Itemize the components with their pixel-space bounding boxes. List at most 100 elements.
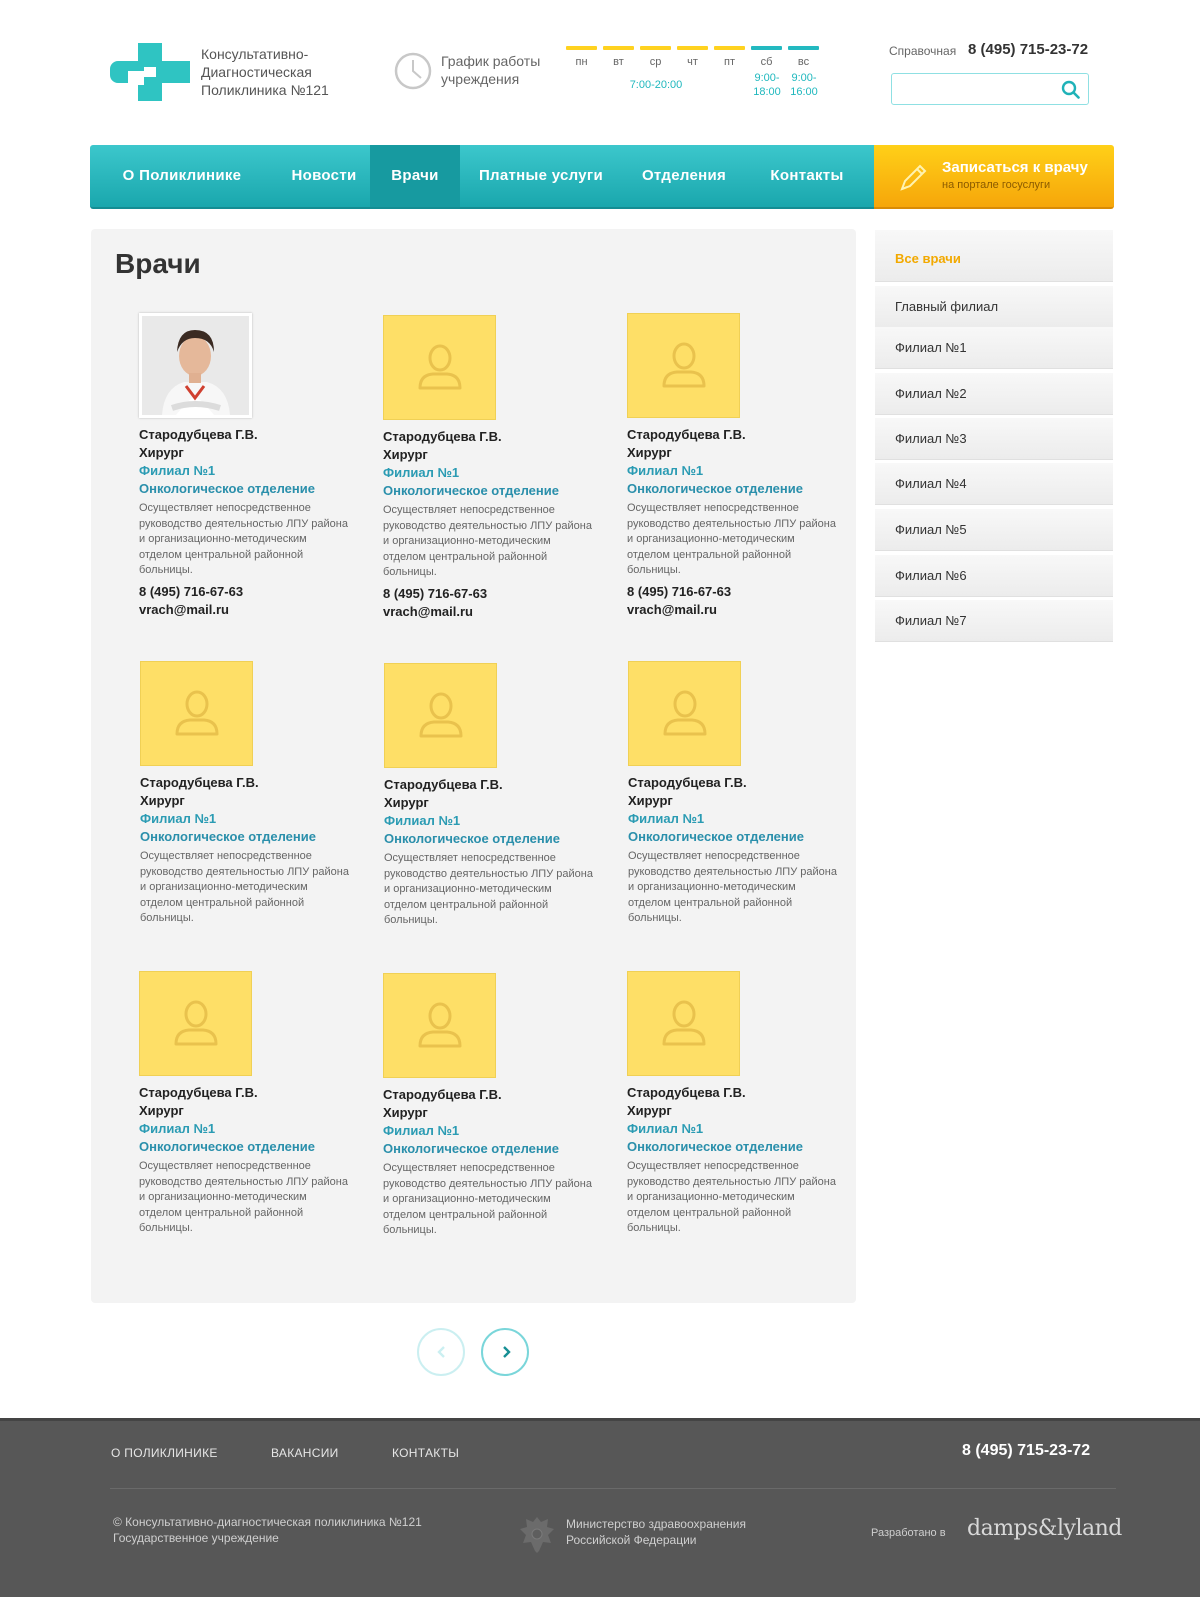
- doctor-card[interactable]: Стародубцева Г.В. Хирург Филиал №1 Онкол…: [627, 971, 837, 1237]
- search-icon[interactable]: [1061, 80, 1080, 99]
- footer-divider: [110, 1488, 1116, 1489]
- doctor-description: Осуществляет непосредственное руководств…: [383, 1162, 592, 1236]
- sidebar-item-branch-3[interactable]: Филиал №3: [875, 418, 1113, 460]
- doctor-card[interactable]: Стародубцева Г.В. Хирург Филиал №1 Онкол…: [384, 663, 594, 929]
- doctor-department-link[interactable]: Онкологическое отделение: [627, 1138, 837, 1156]
- doctor-name[interactable]: Стародубцева Г.В.: [383, 1086, 593, 1104]
- doctor-description: Осуществляет непосредственное руководств…: [139, 1160, 348, 1234]
- doctor-department-link[interactable]: Онкологическое отделение: [140, 828, 350, 846]
- clinic-name[interactable]: Консультативно- Диагностическая Поликлин…: [201, 45, 361, 99]
- doctor-department-link[interactable]: Онкологическое отделение: [627, 480, 837, 498]
- doctor-branch-link[interactable]: Филиал №1: [140, 810, 350, 828]
- ministry-line: Российской Федерации: [566, 1533, 697, 1547]
- doctor-department-link[interactable]: Онкологическое отделение: [628, 828, 838, 846]
- doctor-department-link[interactable]: Онкологическое отделение: [384, 830, 594, 848]
- doctor-photo[interactable]: [139, 313, 252, 418]
- doctor-role: Хирург: [384, 795, 429, 810]
- footer-copyright: © Консультативно-диагностическая поликли…: [113, 1514, 422, 1546]
- doctor-branch-link[interactable]: Филиал №1: [139, 462, 349, 480]
- doctor-department-link[interactable]: Онкологическое отделение: [139, 480, 349, 498]
- doctor-name[interactable]: Стародубцева Г.В.: [383, 428, 593, 446]
- doctor-email[interactable]: vrach@mail.ru: [627, 601, 837, 619]
- sidebar-item-branch-5[interactable]: Филиал №5: [875, 509, 1113, 551]
- day-fri: пт: [714, 46, 745, 68]
- doctor-branch-link[interactable]: Филиал №1: [627, 462, 837, 480]
- sidebar-item-branch-1[interactable]: Филиал №1: [875, 327, 1113, 369]
- doctor-branch-link[interactable]: Филиал №1: [384, 812, 594, 830]
- doctor-name[interactable]: Стародубцева Г.В.: [628, 774, 838, 792]
- nav-item-departments[interactable]: Отделения: [622, 145, 746, 207]
- clinic-logo-icon[interactable]: [110, 43, 190, 101]
- doctor-name[interactable]: Стародубцева Г.В.: [139, 1084, 349, 1102]
- doctor-card[interactable]: Стародубцева Г.В. Хирург Филиал №1 Онкол…: [383, 315, 593, 621]
- doctor-photo-placeholder[interactable]: [139, 971, 252, 1076]
- doctor-department-link[interactable]: Онкологическое отделение: [139, 1138, 349, 1156]
- footer-phone[interactable]: 8 (495) 715-23-72: [962, 1442, 1090, 1460]
- doctor-branch-link[interactable]: Филиал №1: [383, 464, 593, 482]
- person-icon: [662, 1000, 706, 1046]
- day-label: вс: [797, 56, 810, 68]
- doctor-email[interactable]: vrach@mail.ru: [139, 601, 349, 619]
- doctor-department-link[interactable]: Онкологическое отделение: [383, 1140, 593, 1158]
- doctor-photo-placeholder[interactable]: [628, 661, 741, 766]
- developer-logo[interactable]: damps&lyland: [967, 1516, 1122, 1541]
- doctor-card[interactable]: Стародубцева Г.В. Хирург Филиал №1 Онкол…: [627, 313, 837, 619]
- sidebar-item-branch-2[interactable]: Филиал №2: [875, 373, 1113, 415]
- nav-item-doctors[interactable]: Врачи: [370, 145, 460, 207]
- appointment-title: Записаться к врачу: [942, 159, 1088, 176]
- doctor-photo-placeholder[interactable]: [383, 315, 496, 420]
- schedule-label-line: График работы: [441, 53, 541, 69]
- doctor-branch-link[interactable]: Филиал №1: [627, 1120, 837, 1138]
- nav-item-contacts[interactable]: Контакты: [746, 145, 868, 207]
- sidebar-item-main-branch[interactable]: Главный филиал: [875, 286, 1113, 328]
- sidebar-item-all-doctors[interactable]: Все врачи: [875, 230, 1113, 282]
- copyright-line: Государственное учреждение: [113, 1531, 279, 1545]
- day-tue: вт: [603, 46, 634, 68]
- hours-line: 18:00: [753, 86, 781, 98]
- doctor-name[interactable]: Стародубцева Г.В.: [627, 426, 837, 444]
- doctor-branch-link[interactable]: Филиал №1: [628, 810, 838, 828]
- sidebar-item-branch-4[interactable]: Филиал №4: [875, 463, 1113, 505]
- doctor-photo-placeholder[interactable]: [140, 661, 253, 766]
- appointment-button[interactable]: Записаться к врачу на портале госуслуги: [874, 145, 1114, 209]
- doctor-name[interactable]: Стародубцева Г.В.: [627, 1084, 837, 1102]
- clinic-name-line: Поликлиника №121: [201, 82, 329, 98]
- doctor-name[interactable]: Стародубцева Г.В.: [139, 426, 349, 444]
- doctor-photo-placeholder[interactable]: [627, 313, 740, 418]
- doctor-branch-link[interactable]: Филиал №1: [383, 1122, 593, 1140]
- doctor-name[interactable]: Стародубцева Г.В.: [140, 774, 350, 792]
- doctor-card[interactable]: Стародубцева Г.В. Хирург Филиал №1 Онкол…: [139, 313, 349, 619]
- doctor-role: Хирург: [627, 1103, 672, 1118]
- doctor-photo-placeholder[interactable]: [627, 971, 740, 1076]
- doctor-card[interactable]: Стародубцева Г.В. Хирург Филиал №1 Онкол…: [139, 971, 349, 1237]
- doctor-photo-placeholder[interactable]: [384, 663, 497, 768]
- footer-link-vacancies[interactable]: ВАКАНСИИ: [271, 1446, 339, 1460]
- doctor-email[interactable]: vrach@mail.ru: [383, 603, 593, 621]
- day-sun: вс: [788, 46, 819, 68]
- footer-link-contacts[interactable]: КОНТАКТЫ: [392, 1446, 459, 1460]
- nav-item-paid-services[interactable]: Платные услуги: [460, 145, 622, 207]
- pager-next-button[interactable]: [481, 1328, 529, 1376]
- search-box: [891, 73, 1089, 105]
- doctor-name[interactable]: Стародубцева Г.В.: [384, 776, 594, 794]
- doctor-department-link[interactable]: Онкологическое отделение: [383, 482, 593, 500]
- ministry-label[interactable]: Министерство здравоохранения Российской …: [566, 1516, 746, 1548]
- doctor-card[interactable]: Стародубцева Г.В. Хирург Филиал №1 Онкол…: [383, 973, 593, 1239]
- nav-item-news[interactable]: Новости: [274, 145, 374, 207]
- footer-link-about[interactable]: О ПОЛИКЛИНИКЕ: [111, 1446, 218, 1460]
- pager-prev-button[interactable]: [417, 1328, 465, 1376]
- reference-phone[interactable]: 8 (495) 715-23-72: [968, 41, 1088, 58]
- developed-by-label: Разработано в: [871, 1527, 946, 1539]
- ministry-line: Министерство здравоохранения: [566, 1517, 746, 1531]
- pencil-icon: [900, 164, 927, 191]
- doctor-photo-placeholder[interactable]: [383, 973, 496, 1078]
- sidebar-item-branch-7[interactable]: Филиал №7: [875, 600, 1113, 642]
- doctor-branch-link[interactable]: Филиал №1: [139, 1120, 349, 1138]
- reference-label: Справочная: [889, 44, 957, 58]
- search-input[interactable]: [892, 74, 1052, 104]
- doctor-card[interactable]: Стародубцева Г.В. Хирург Филиал №1 Онкол…: [628, 661, 838, 927]
- doctor-role: Хирург: [383, 447, 428, 462]
- sidebar-item-branch-6[interactable]: Филиал №6: [875, 555, 1113, 597]
- doctor-card[interactable]: Стародубцева Г.В. Хирург Филиал №1 Онкол…: [140, 661, 350, 927]
- nav-item-about[interactable]: О Поликлинике: [90, 145, 274, 207]
